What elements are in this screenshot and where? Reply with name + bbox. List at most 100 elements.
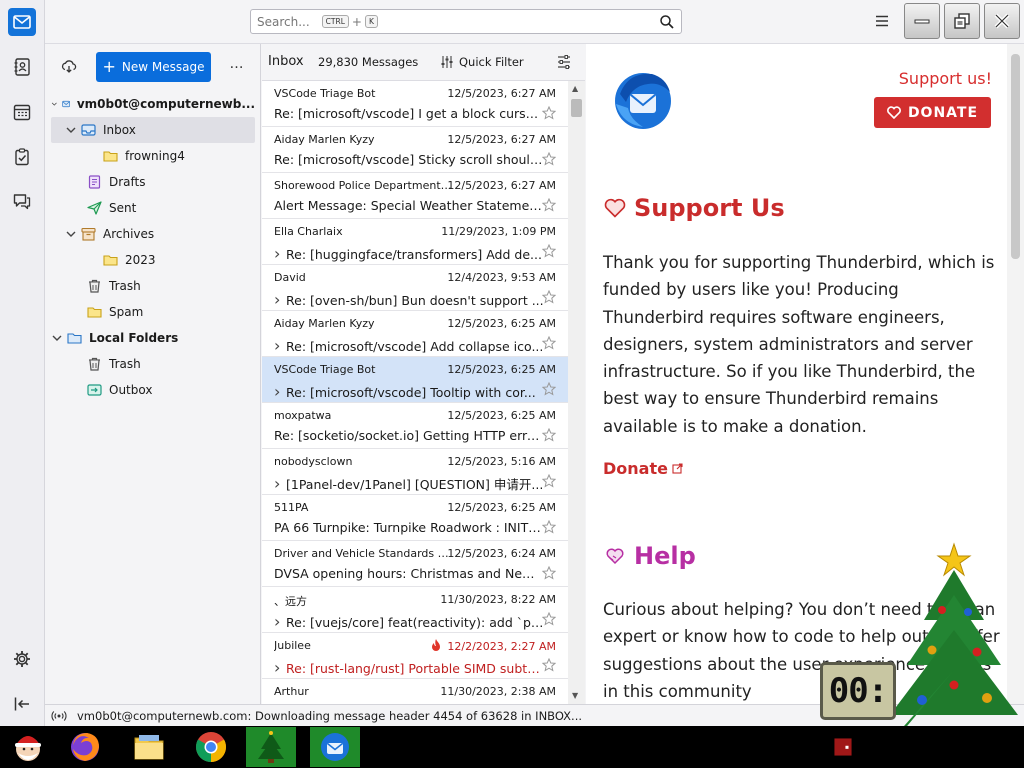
message-row[interactable]: Shorewood Police Department I... 12/5/202… (262, 173, 568, 219)
folder-archives[interactable]: Archives (51, 221, 255, 247)
star-icon[interactable] (542, 566, 556, 580)
folder-local-folders[interactable]: Local Folders (51, 325, 255, 351)
scrollbar-thumb[interactable] (571, 99, 582, 117)
message-date-text: 12/4/2023, 9:53 AM (447, 271, 556, 284)
tree-app-taskbar-button[interactable] (246, 727, 296, 767)
donate-link[interactable]: Donate (603, 459, 683, 478)
local-folders-label: Local Folders (89, 331, 179, 345)
folder-drafts[interactable]: Drafts (51, 169, 255, 195)
thunderbird-taskbar-button[interactable] (310, 727, 360, 767)
message-row[interactable]: Aiday Marlen Kyzy 12/5/2023, 6:25 AM › Re: … (262, 311, 568, 357)
mail-space-button[interactable] (8, 8, 36, 36)
settings-button[interactable] (8, 645, 36, 673)
star-icon[interactable] (542, 658, 556, 672)
spam-label: Spam (109, 305, 144, 319)
star-icon[interactable] (542, 336, 556, 350)
folder-outbox[interactable]: Outbox (51, 377, 255, 403)
thread-toggle-icon[interactable]: › (274, 336, 286, 355)
message-subject: Re: [microsoft/vscode] I get a block cur… (274, 106, 544, 121)
message-list-scrollbar[interactable]: ▲ ▼ (568, 81, 585, 704)
minimize-icon (914, 19, 930, 24)
star-icon[interactable] (542, 290, 556, 304)
message-date: 12/5/2023, 6:25 AM (447, 317, 556, 330)
calendar-space-button[interactable] (8, 98, 36, 126)
support-us-link[interactable]: Support us! (899, 69, 992, 88)
chevron-down-icon[interactable] (65, 228, 77, 240)
quick-filter-label: Quick Filter (459, 55, 524, 69)
message-row[interactable]: Arthur 11/30/2023, 2:38 AM (262, 679, 568, 704)
message-date: 12/5/2023, 6:24 AM (447, 547, 556, 560)
donate-button[interactable]: DONATE (874, 97, 991, 128)
message-row[interactable]: 、远方 11/30/2023, 8:22 AM › Re: [vuejs/core] … (262, 587, 568, 633)
message-row[interactable]: David 12/4/2023, 9:53 AM › Re: [oven-sh/bun… (262, 265, 568, 311)
message-row[interactable]: 511PA 12/5/2023, 6:25 AM PA 66 Turnpike: T… (262, 495, 568, 541)
get-messages-icon[interactable] (61, 58, 77, 74)
thread-toggle-icon[interactable]: › (274, 382, 286, 401)
thread-toggle-icon[interactable]: › (274, 612, 286, 631)
search-icon[interactable] (659, 14, 675, 30)
collapse-spaces-button[interactable] (8, 690, 36, 718)
message-row[interactable]: Driver and Vehicle Standards Ag... 12/5/2… (262, 541, 568, 587)
chevron-down-icon[interactable] (51, 332, 63, 344)
star-icon[interactable] (542, 428, 556, 442)
scrollbar-thumb[interactable] (1011, 54, 1020, 259)
file-explorer-taskbar-button[interactable] (124, 727, 174, 767)
folder-local-trash[interactable]: Trash (51, 351, 255, 377)
star-icon[interactable] (542, 198, 556, 212)
star-icon[interactable] (542, 382, 556, 396)
folder-trash[interactable]: Trash (51, 273, 255, 299)
drafts-label: Drafts (109, 175, 146, 189)
star-icon[interactable] (542, 474, 556, 488)
list-display-options-icon[interactable] (556, 54, 572, 70)
message-row[interactable]: Jubilee 12/2/2023, 2:27 AM › Re: [rust-lang… (262, 633, 568, 679)
chevron-down-icon[interactable] (65, 124, 77, 136)
start-button[interactable] (3, 727, 53, 767)
chrome-taskbar-button[interactable] (186, 727, 236, 767)
star-icon[interactable] (542, 244, 556, 258)
quick-filter-button[interactable]: Quick Filter (440, 55, 524, 69)
message-row[interactable]: nobodysclown 12/5/2023, 5:16 AM › [1Panel-d… (262, 449, 568, 495)
thread-toggle-icon[interactable]: › (274, 658, 286, 677)
message-row[interactable]: moxpatwa 12/5/2023, 6:25 AM Re: [socketio/… (262, 403, 568, 449)
sent-icon (87, 201, 102, 215)
folder-spam[interactable]: Spam (51, 299, 255, 325)
tasks-space-button[interactable] (8, 143, 36, 171)
folder-pane-more-button[interactable]: … (227, 56, 247, 76)
thread-toggle-icon[interactable]: › (274, 290, 286, 309)
folder-2023[interactable]: 2023 (51, 247, 255, 273)
scroll-up-arrow-icon[interactable]: ▲ (572, 84, 578, 93)
message-subject-text: [1Panel-dev/1Panel] [QUESTION] 申请开... (286, 477, 544, 492)
online-status-icon[interactable] (51, 710, 67, 722)
message-row[interactable]: Ella Charlaix 11/29/2023, 1:09 PM › Re: [hu… (262, 219, 568, 265)
new-message-button[interactable]: + New Message (96, 52, 211, 82)
message-row[interactable]: VSCode Triage Bot 12/5/2023, 6:27 AM Re: [… (262, 81, 568, 127)
scroll-down-arrow-icon[interactable]: ▼ (572, 691, 578, 700)
search-placeholder: Search... (257, 14, 310, 29)
folder-inbox[interactable]: Inbox (51, 117, 255, 143)
message-row[interactable]: VSCode Triage Bot 12/5/2023, 6:25 AM › Re: … (262, 357, 568, 403)
message-subject-text: Re: [microsoft/vscode] Add collapse ico.… (286, 339, 544, 354)
search-input[interactable]: Search... CTRL + K (250, 9, 682, 34)
message-subject-text: Re: [socketio/socket.io] Getting HTTP er… (274, 428, 544, 443)
tray-item[interactable] (832, 727, 854, 767)
firefox-taskbar-button[interactable] (60, 727, 110, 767)
hamburger-menu-icon[interactable] (875, 14, 889, 28)
chevron-down-icon[interactable] (51, 98, 58, 110)
restore-button[interactable] (944, 3, 980, 39)
folder-account[interactable]: vm0b0t@computernewb... (51, 91, 255, 117)
close-button[interactable] (984, 3, 1020, 39)
message-row[interactable]: Aiday Marlen Kyzy 12/5/2023, 6:27 AM Re: [… (262, 127, 568, 173)
address-book-space-button[interactable] (8, 53, 36, 81)
thread-toggle-icon[interactable]: › (274, 474, 286, 493)
thread-toggle-icon[interactable]: › (274, 244, 286, 263)
folder-frowning4[interactable]: frowning4 (51, 143, 255, 169)
minimize-button[interactable] (904, 3, 940, 39)
chat-space-button[interactable] (8, 187, 36, 215)
message-date-text: 12/5/2023, 6:24 AM (447, 547, 556, 560)
star-icon[interactable] (542, 152, 556, 166)
folder-sent[interactable]: Sent (51, 195, 255, 221)
star-icon[interactable] (542, 520, 556, 534)
message-sender: David (274, 271, 306, 284)
star-icon[interactable] (542, 106, 556, 120)
star-icon[interactable] (542, 612, 556, 626)
